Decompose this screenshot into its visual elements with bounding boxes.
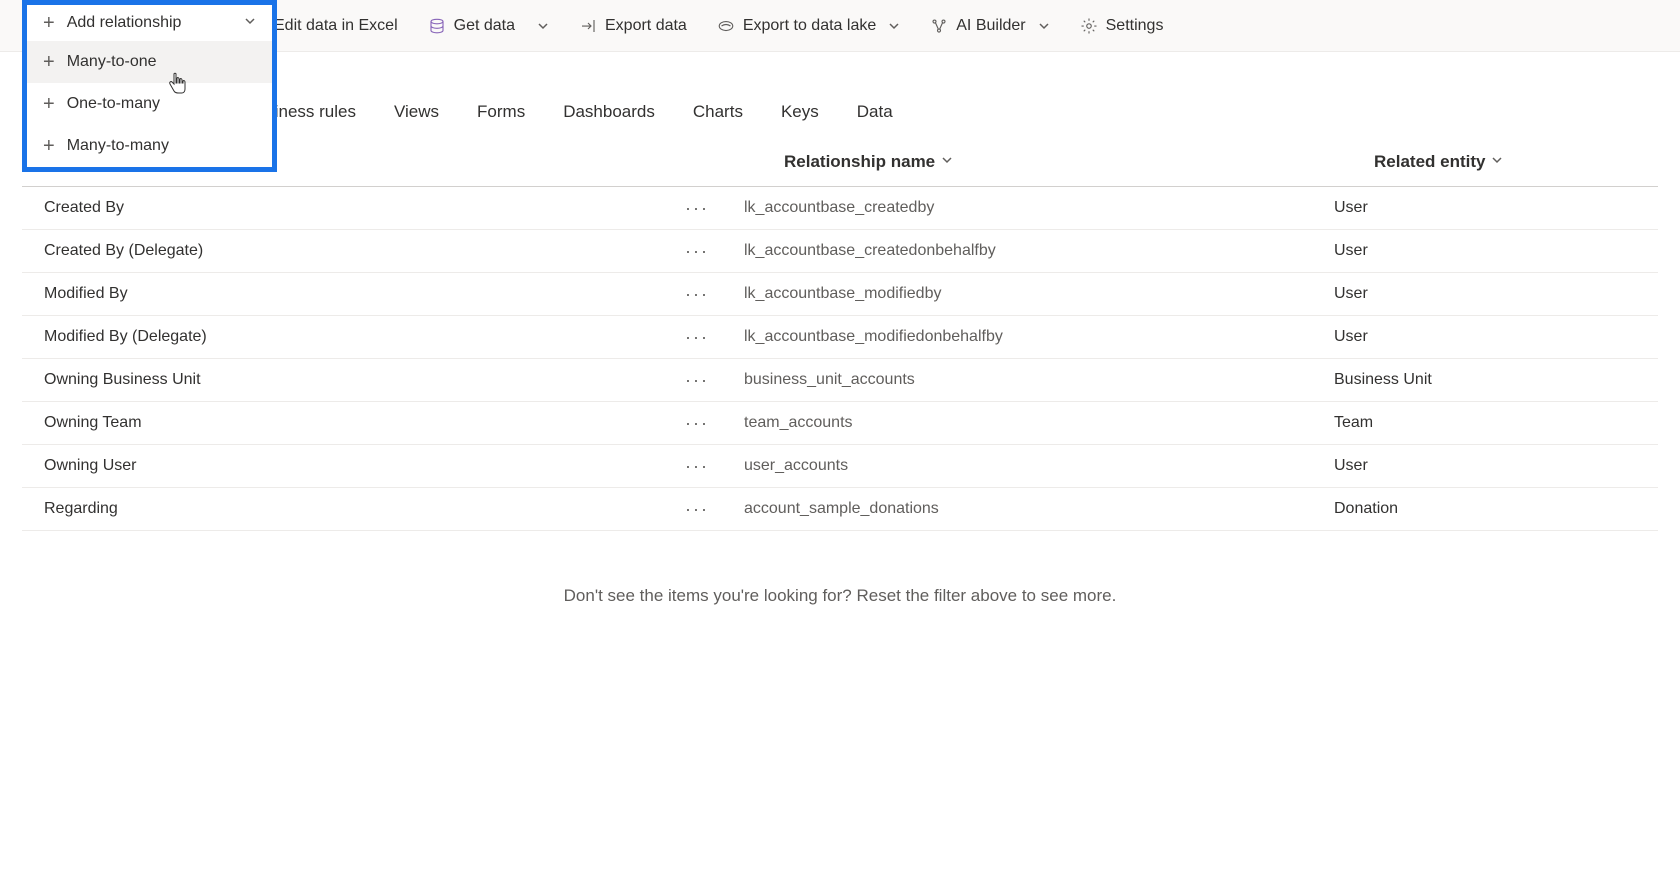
settings-button[interactable]: Settings [1068, 11, 1176, 41]
table-row[interactable]: Owning User··· user_accountsUser [22, 445, 1658, 488]
tab-charts[interactable]: Charts [693, 94, 743, 130]
database-icon [428, 17, 446, 35]
display-name-cell: Regarding [44, 500, 685, 518]
chevron-down-icon [888, 20, 900, 32]
relationship-name-cell: team_accounts [744, 414, 1334, 432]
export-icon [579, 17, 597, 35]
table-row[interactable]: Modified By··· lk_accountbase_modifiedbyU… [22, 273, 1658, 316]
add-relationship-header[interactable]: + Add relationship [27, 5, 272, 41]
plus-icon: + [43, 94, 55, 114]
more-actions-icon[interactable]: ··· [685, 241, 709, 262]
chevron-down-icon [1491, 153, 1503, 171]
dropdown-item-one-to-many[interactable]: + One-to-many [27, 83, 272, 125]
table-row[interactable]: Owning Business Unit··· business_unit_acc… [22, 359, 1658, 402]
dropdown-item-label: Many-to-many [67, 137, 169, 155]
col-header-relationship-name[interactable]: Relationship name [784, 152, 1374, 172]
related-entity-header-label: Related entity [1374, 152, 1485, 172]
related-entity-cell: Team [1334, 414, 1628, 432]
plus-icon: + [43, 136, 55, 156]
edit-excel-label: Edit data in Excel [274, 17, 398, 35]
table-body: Created By···lk_accountbase_createdbyUse… [22, 187, 1658, 531]
display-name-cell: Owning User [44, 457, 685, 475]
relationship-name-cell: business_unit_accounts [744, 371, 1334, 389]
table-row[interactable]: Created By (Delegate)··· lk_accountbase_c… [22, 230, 1658, 273]
add-relationship-dropdown: + Add relationship + Many-to-one + One-t… [22, 0, 277, 172]
display-name-cell: Owning Business Unit [44, 371, 685, 389]
get-data-button[interactable]: Get data [416, 11, 561, 41]
tab-data[interactable]: Data [857, 94, 893, 130]
dropdown-item-label: Many-to-one [67, 53, 157, 71]
ai-builder-icon [930, 17, 948, 35]
more-actions-icon[interactable]: ··· [685, 327, 709, 348]
chevron-down-icon [537, 20, 549, 32]
dropdown-item-many-to-many[interactable]: + Many-to-many [27, 125, 272, 167]
get-data-label: Get data [454, 17, 515, 35]
plus-icon: + [43, 13, 55, 33]
related-entity-cell: User [1334, 285, 1628, 303]
table-row[interactable]: Regarding··· account_sample_donationsDona… [22, 488, 1658, 531]
relationship-name-cell: account_sample_donations [744, 500, 1334, 518]
tab-keys[interactable]: Keys [781, 94, 819, 130]
chevron-down-icon [244, 14, 256, 32]
relationships-table: Display name ↑ Relationship name Related… [0, 137, 1680, 531]
related-entity-cell: Business Unit [1334, 371, 1628, 389]
tab-views[interactable]: Views [394, 94, 439, 130]
more-actions-icon[interactable]: ··· [685, 284, 709, 305]
display-name-cell: Created By (Delegate) [44, 242, 685, 260]
relationship-name-header-label: Relationship name [784, 152, 935, 172]
tab-forms[interactable]: Forms [477, 94, 525, 130]
more-actions-icon[interactable]: ··· [685, 456, 709, 477]
export-data-lake-button[interactable]: Export to data lake [705, 11, 912, 41]
export-data-label: Export data [605, 17, 687, 35]
table-row[interactable]: Created By··· lk_accountbase_createdbyUse… [22, 187, 1658, 230]
more-actions-icon[interactable]: ··· [685, 413, 709, 434]
chevron-down-icon [1038, 20, 1050, 32]
display-name-cell: Modified By (Delegate) [44, 328, 685, 346]
related-entity-cell: User [1334, 199, 1628, 217]
related-entity-cell: User [1334, 328, 1628, 346]
table-row[interactable]: Owning Team··· team_accountsTeam [22, 402, 1658, 445]
more-actions-icon[interactable]: ··· [685, 370, 709, 391]
add-relationship-header-label: Add relationship [67, 14, 182, 32]
relationship-name-cell: lk_accountbase_modifiedby [744, 285, 1334, 303]
more-actions-icon[interactable]: ··· [685, 198, 709, 219]
display-name-cell: Created By [44, 199, 685, 217]
display-name-cell: Modified By [44, 285, 685, 303]
dropdown-item-label: One-to-many [67, 95, 160, 113]
display-name-cell: Owning Team [44, 414, 685, 432]
related-entity-cell: User [1334, 242, 1628, 260]
data-lake-icon [717, 17, 735, 35]
col-header-related-entity[interactable]: Related entity [1374, 152, 1628, 172]
related-entity-cell: Donation [1334, 500, 1628, 518]
tab-dashboards[interactable]: Dashboards [563, 94, 655, 130]
gear-icon [1080, 17, 1098, 35]
settings-label: Settings [1106, 17, 1164, 35]
export-data-button[interactable]: Export data [567, 11, 699, 41]
more-actions-icon[interactable]: ··· [685, 499, 709, 520]
export-lake-label: Export to data lake [743, 17, 876, 35]
ai-builder-label: AI Builder [956, 17, 1025, 35]
table-row[interactable]: Modified By (Delegate)··· lk_accountbase_… [22, 316, 1658, 359]
plus-icon: + [43, 52, 55, 72]
related-entity-cell: User [1334, 457, 1628, 475]
relationship-name-cell: lk_accountbase_modifiedonbehalfby [744, 328, 1334, 346]
ai-builder-button[interactable]: AI Builder [918, 11, 1061, 41]
chevron-down-icon [941, 153, 953, 171]
dropdown-item-many-to-one[interactable]: + Many-to-one [27, 41, 272, 83]
relationship-name-cell: user_accounts [744, 457, 1334, 475]
footer-help-message: Don't see the items you're looking for? … [0, 586, 1680, 606]
relationship-name-cell: lk_accountbase_createdonbehalfby [744, 242, 1334, 260]
relationship-name-cell: lk_accountbase_createdby [744, 199, 1334, 217]
